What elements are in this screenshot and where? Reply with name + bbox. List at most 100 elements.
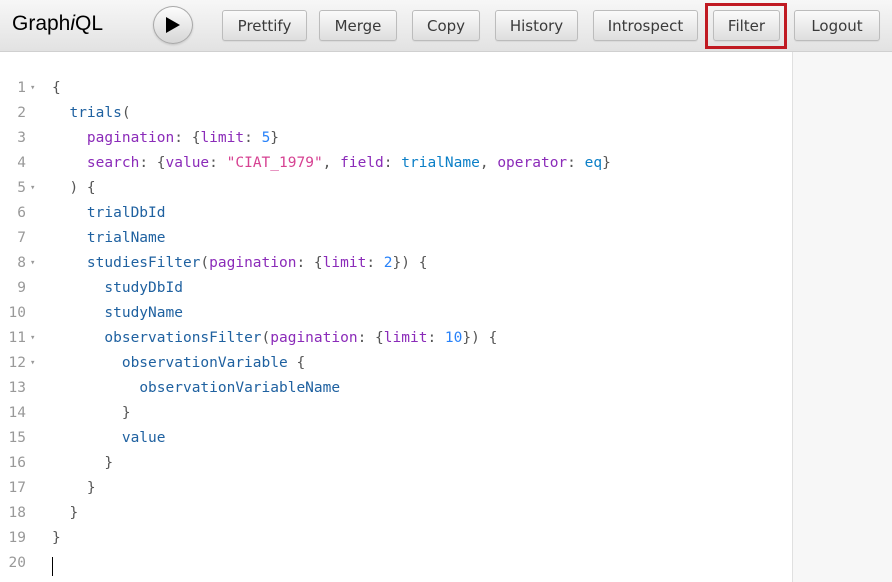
code-text: ) {: [52, 176, 96, 201]
code-token: trialName: [401, 155, 480, 171]
code-token: pagination: [270, 330, 358, 346]
copy-button[interactable]: Copy: [412, 10, 480, 41]
logout-button[interactable]: Logout: [794, 10, 880, 41]
code-token: studiesFilter: [86, 255, 201, 271]
code-token: }: [52, 505, 79, 521]
line-number: 2: [17, 105, 26, 121]
code-token: (: [200, 255, 210, 271]
line-number: 3: [17, 130, 26, 146]
line-number: 8: [17, 255, 26, 271]
line-number: 10: [8, 305, 26, 321]
code-token: :: [244, 130, 262, 146]
editor-line[interactable]: 14 }: [0, 401, 780, 426]
code-text: }: [52, 451, 113, 476]
editor-line[interactable]: 19}: [0, 526, 780, 551]
code-token: field: [340, 155, 384, 171]
editor-line[interactable]: 2 trials(: [0, 101, 780, 126]
editor-line[interactable]: 4 search: {value: "CIAT_1979", field: tr…: [0, 151, 780, 176]
code-token: limit: [383, 330, 428, 346]
code-token: eq: [584, 155, 603, 171]
code-token: }: [270, 130, 280, 146]
code-token: : {: [296, 255, 323, 271]
app-title: GraphiQL: [12, 12, 104, 35]
line-number: 6: [17, 205, 26, 221]
editor-line[interactable]: 17 }: [0, 476, 780, 501]
code-text: studyName: [52, 301, 183, 326]
fold-toggle-icon[interactable]: ▾: [30, 76, 35, 101]
code-token: : {: [357, 330, 384, 346]
editor-line[interactable]: 15 value: [0, 426, 780, 451]
line-number: 11: [8, 330, 26, 346]
code-token: {: [52, 80, 61, 96]
editor-line[interactable]: 18 }: [0, 501, 780, 526]
code-token: :: [366, 255, 384, 271]
fold-toggle-icon[interactable]: ▾: [30, 326, 35, 351]
introspect-button[interactable]: Introspect: [593, 10, 698, 41]
text-cursor: [52, 557, 53, 576]
code-text: trialDbId: [52, 201, 166, 226]
editor-line[interactable]: 12 ▾ observationVariable {: [0, 351, 780, 376]
code-text: observationVariable {: [52, 351, 305, 376]
line-number: 15: [8, 430, 26, 446]
line-number: 4: [17, 155, 26, 171]
code-token: limit: [322, 255, 367, 271]
history-button[interactable]: History: [495, 10, 578, 41]
fold-toggle-icon[interactable]: ▾: [30, 251, 35, 276]
code-token: observationVariableName: [139, 380, 341, 396]
code-token: (: [261, 330, 271, 346]
code-token: (: [121, 105, 131, 121]
code-token: value: [121, 430, 166, 446]
editor-line[interactable]: 20: [0, 551, 780, 576]
code-text: value: [52, 426, 166, 451]
code-token: :: [383, 155, 402, 171]
code-token: "CIAT_1979": [226, 155, 323, 171]
filter-highlight-box: [705, 3, 787, 49]
code-token: pagination: [209, 255, 297, 271]
query-editor[interactable]: 1 ▾{2 trials(3 pagination: {limit: 5} 4 se…: [0, 52, 793, 582]
code-token: value: [165, 155, 210, 171]
editor-line[interactable]: 3 pagination: {limit: 5}: [0, 126, 780, 151]
editor-line[interactable]: 9 studyDbId: [0, 276, 780, 301]
code-token: }) {: [392, 255, 428, 271]
code-text: trialName: [52, 226, 166, 251]
editor-line[interactable]: 11 ▾ observationsFilter(pagination: {limi…: [0, 326, 780, 351]
code-text: observationVariableName: [52, 376, 340, 401]
editor-line[interactable]: 6 trialDbId: [0, 201, 780, 226]
code-token: observationVariable: [121, 355, 288, 371]
code-token: trials: [69, 105, 122, 121]
code-token: }: [602, 155, 611, 171]
line-number: 20: [8, 555, 26, 571]
code-token: 5: [261, 130, 271, 146]
fold-toggle-icon[interactable]: ▾: [30, 351, 35, 376]
code-token: 10: [444, 330, 463, 346]
editor-line[interactable]: 5 ▾ ) {: [0, 176, 780, 201]
code-token: }: [52, 405, 131, 421]
prettify-button[interactable]: Prettify: [222, 10, 307, 41]
code-token: observationsFilter: [104, 330, 262, 346]
code-token: trialName: [86, 230, 166, 246]
line-number: 17: [8, 480, 26, 496]
code-text: {: [52, 76, 61, 101]
execute-query-button[interactable]: [153, 6, 193, 44]
line-number: 1: [17, 80, 26, 96]
code-token: ,: [322, 155, 341, 171]
code-token: operator: [497, 155, 568, 171]
merge-button[interactable]: Merge: [319, 10, 397, 41]
editor-line[interactable]: 10 studyName: [0, 301, 780, 326]
editor-line[interactable]: 1 ▾ {: [0, 76, 780, 101]
code-token: ) {: [52, 180, 96, 196]
line-number: 7: [17, 230, 26, 246]
code-token: }: [52, 530, 61, 546]
editor-line[interactable]: 13 observationVariableName: [0, 376, 780, 401]
editor-line[interactable]: 7 trialName: [0, 226, 780, 251]
editor-line[interactable]: 8 ▾ studiesFilter(pagination: {limit: 2})…: [0, 251, 780, 276]
editor-line[interactable]: 16 }: [0, 451, 780, 476]
fold-toggle-icon[interactable]: ▾: [30, 176, 35, 201]
toolbar: GraphiQL Prettify Merge Copy History Int…: [0, 0, 892, 52]
code-token: trialDbId: [86, 205, 166, 221]
